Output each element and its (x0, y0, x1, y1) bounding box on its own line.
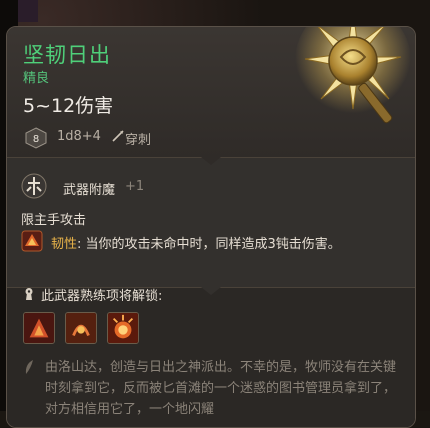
damage-type: 穿刺 (125, 133, 152, 148)
item-tooltip: 坚韧日出 精良 5~12伤害 8 1d8+4 穿刺 武器附魔 +1 限主手攻击 … (6, 26, 416, 428)
mainhand-restriction: 限主手攻击 (21, 213, 87, 228)
item-damage: 5~12伤害 (23, 95, 114, 117)
passive-name: 韧性 (51, 237, 78, 252)
proficiency-unlock-text: 此武器熟练项将解锁: (41, 289, 163, 304)
action-icon-1[interactable] (23, 312, 55, 344)
section-notch (201, 287, 221, 295)
action-icon-3[interactable] (107, 312, 139, 344)
action-icon-2[interactable] (65, 312, 97, 344)
feather-quill-icon (25, 360, 33, 374)
weapon-enchant-icon (21, 173, 47, 199)
passive-text: : 当你的攻击未命中时，同样造成3钝击伤害。 (77, 237, 341, 252)
section-notch (201, 157, 221, 165)
svg-text:8: 8 (33, 134, 39, 145)
item-rarity: 精良 (23, 71, 50, 86)
passive-description: 韧性: 当你的攻击未命中时，同样造成3钝击伤害。 (51, 233, 341, 252)
enchant-value: +1 (125, 179, 145, 194)
morningstar-weapon-icon (295, 27, 411, 124)
enchant-label: 武器附魔 (63, 183, 116, 198)
item-name: 坚韧日出 (23, 43, 111, 67)
background-portrait-edge (18, 0, 38, 22)
d8-die-icon: 8 (25, 127, 47, 149)
damage-dice: 1d8+4 (57, 129, 101, 144)
keyhole-icon (25, 288, 33, 300)
piercing-icon (112, 130, 124, 142)
tenacity-passive-icon (21, 230, 43, 252)
